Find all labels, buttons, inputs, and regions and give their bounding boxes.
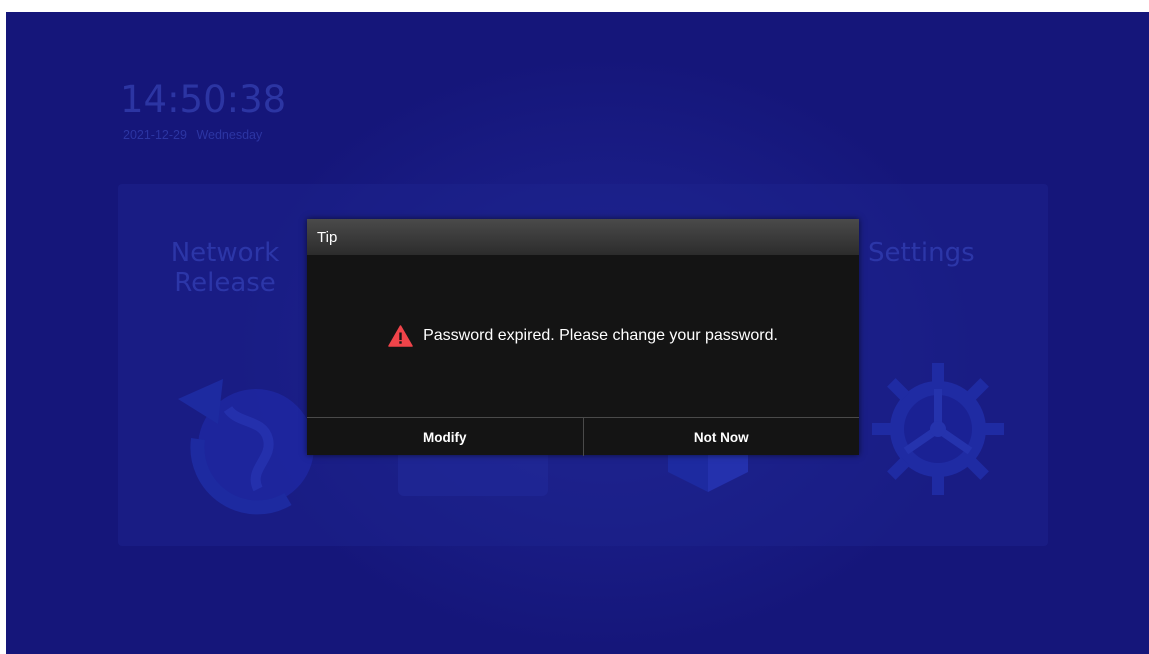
- password-expired-dialog: Tip Password expired. Please change your…: [307, 219, 859, 456]
- app-label-line2: Release: [174, 268, 276, 298]
- dialog-body: Password expired. Please change your pas…: [307, 255, 859, 417]
- clock-time: 14:50:38: [120, 78, 287, 121]
- dialog-button-bar: Modify Not Now: [307, 417, 859, 456]
- clock-date: 2021-12-29 Wednesday: [123, 128, 262, 142]
- not-now-button[interactable]: Not Now: [582, 418, 860, 456]
- dialog-title-bar: Tip: [307, 219, 859, 255]
- dialog-title: Tip: [317, 228, 338, 246]
- app-label-line1: Network: [170, 238, 280, 268]
- app-label-settings: Settings: [868, 238, 975, 268]
- weekday-value: Wednesday: [196, 128, 263, 142]
- globe-refresh-icon: [178, 379, 314, 515]
- warning-triangle-icon: [388, 325, 413, 347]
- gear-icon: [872, 363, 1004, 495]
- dialog-message: Password expired. Please change your pas…: [423, 327, 778, 344]
- date-value: 2021-12-29: [123, 128, 187, 142]
- modify-button[interactable]: Modify: [307, 418, 583, 456]
- dialog-message-row: Password expired. Please change your pas…: [388, 325, 778, 347]
- app-label-network-release: Network Release: [160, 238, 290, 298]
